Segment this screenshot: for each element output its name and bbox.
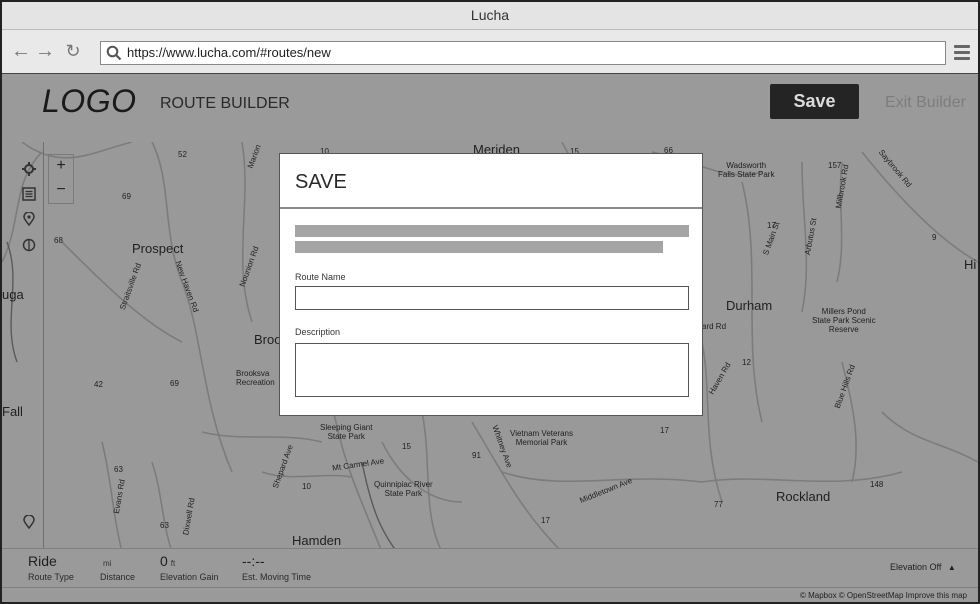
place-rockland: Rockland [776, 489, 831, 504]
route-name-label: Route Name [295, 272, 346, 282]
dialog-title: SAVE [295, 171, 347, 193]
window-title: Lucha [2, 2, 978, 30]
stat-route-type[interactable]: Ride Route Type [28, 553, 74, 582]
description-textarea[interactable] [295, 343, 689, 397]
place-wadsworth: Wadsworth Falls State Park [718, 161, 775, 179]
back-icon[interactable]: ← [10, 40, 32, 62]
stat-distance: mi Distance [100, 553, 135, 582]
description-label: Description [295, 327, 341, 337]
forward-icon[interactable]: → [34, 40, 56, 62]
save-button[interactable]: Save [770, 84, 859, 119]
elevation-toggle[interactable]: Elevation Off ▲ [890, 562, 956, 572]
route-shield: 148 [870, 480, 884, 489]
exit-builder-button[interactable]: Exit Builder [885, 94, 966, 112]
place-brooksvale: Brooksva Recreation [236, 369, 275, 387]
road-label: ard Rd [702, 322, 727, 331]
distance-unit: mi [103, 559, 112, 568]
route-shield: 15 [402, 442, 411, 451]
place-hi: Hi [964, 257, 977, 272]
route-stats-bar: Ride Route Type mi Distance 0 ft Elevatio… [2, 548, 978, 588]
list-icon[interactable] [22, 187, 36, 201]
save-dialog: SAVE Route Name Description [279, 153, 703, 416]
chevron-up-icon: ▲ [947, 563, 956, 572]
moving-time-label: Est. Moving Time [242, 572, 312, 582]
zoom-control: + − [48, 154, 74, 204]
app-header: LOGO ROUTE BUILDER Save Exit Builder [2, 74, 978, 142]
reload-icon[interactable]: ↻ [62, 40, 84, 62]
settings-icon[interactable] [22, 162, 36, 176]
route-shield: 69 [170, 379, 179, 388]
route-type-value: Ride [28, 553, 57, 569]
stat-elevation: 0 ft Elevation Gain [160, 553, 219, 582]
hamburger-menu-icon[interactable] [954, 45, 970, 61]
place-brook: Broo [254, 332, 282, 347]
logo[interactable]: LOGO [42, 83, 136, 120]
place-prospect: Prospect [132, 241, 184, 256]
route-shield: 69 [122, 192, 131, 201]
route-shield: 52 [178, 150, 187, 159]
route-shield: 91 [472, 451, 481, 460]
elevation-value: 0 [160, 553, 168, 569]
zoom-in-button[interactable]: + [49, 155, 73, 179]
route-shield: 42 [94, 380, 103, 389]
layers-icon[interactable] [22, 238, 36, 252]
page-title: ROUTE BUILDER [160, 95, 290, 112]
route-shield: 68 [54, 236, 63, 245]
route-shield: 9 [932, 233, 937, 242]
route-shield: 17 [541, 516, 550, 525]
map-attribution[interactable]: © Mapbox © OpenStreetMap Improve this ma… [800, 591, 967, 600]
place-vietnam-veterans: Vietnam Veterans Memorial Park [510, 429, 574, 447]
place-sleeping-giant: Sleeping Giant State Park [320, 423, 373, 441]
place-millers-pond: Millers Pond State Park Scenic Reserve [812, 307, 876, 334]
browser-toolbar: ← → ↻ https://www.lucha.com/#routes/new [2, 30, 978, 74]
route-shield: 157 [828, 161, 842, 170]
elevation-label: Elevation Gain [160, 572, 219, 582]
browser-window: Lucha ← → ↻ https://www.lucha.com/#route… [0, 0, 980, 604]
place-hamden: Hamden [292, 533, 342, 548]
route-name-input[interactable] [295, 286, 689, 310]
route-shield: 77 [714, 500, 723, 509]
map-toolbar [2, 142, 44, 552]
address-bar[interactable]: https://www.lucha.com/#routes/new [100, 41, 946, 65]
stat-moving-time: --:-- Est. Moving Time [242, 553, 311, 582]
place-quinnipiac: Quinnipiac River State Park [374, 480, 433, 498]
marker-icon[interactable] [22, 515, 36, 529]
route-shield: 63 [114, 465, 123, 474]
moving-time-value: --:-- [242, 553, 265, 569]
elevation-unit: ft [170, 559, 176, 568]
place-durham: Durham [726, 298, 773, 313]
route-shield: 12 [742, 358, 751, 367]
route-type-label: Route Type [28, 572, 74, 582]
route-shield: 17 [660, 426, 669, 435]
search-icon [106, 45, 122, 61]
route-shield: 10 [302, 482, 311, 491]
elevation-toggle-label: Elevation Off [890, 562, 942, 572]
location-pin-icon[interactable] [22, 212, 36, 226]
text-placeholder [295, 241, 663, 253]
route-shield: 63 [160, 521, 169, 530]
zoom-out-button[interactable]: − [49, 179, 73, 203]
divider [280, 207, 702, 209]
distance-label: Distance [100, 572, 136, 582]
text-placeholder [295, 225, 689, 237]
